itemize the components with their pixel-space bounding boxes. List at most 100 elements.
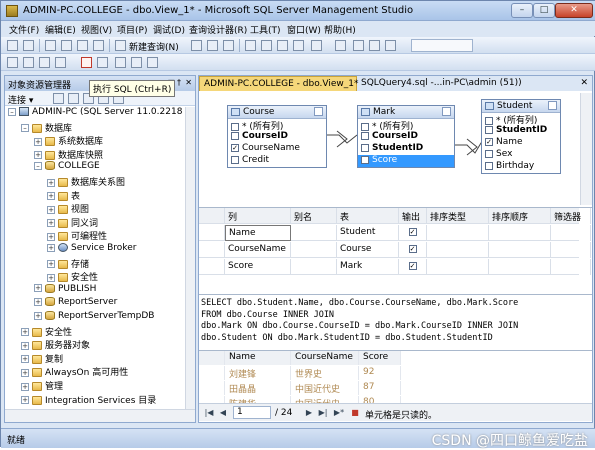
tree-node[interactable]: + 存储 bbox=[47, 257, 89, 270]
show-results-pane-icon[interactable] bbox=[55, 57, 66, 68]
expand-toggle-icon[interactable]: + bbox=[21, 396, 29, 405]
sql-pane[interactable]: SELECT dbo.Student.Name, dbo.Course.Cour… bbox=[199, 294, 592, 348]
row-selector[interactable] bbox=[199, 242, 225, 258]
column-row[interactable]: Credit bbox=[228, 155, 326, 167]
collapse-icon[interactable] bbox=[548, 101, 557, 110]
query-icon-2[interactable] bbox=[207, 40, 218, 51]
tree-node[interactable]: + 安全性 bbox=[21, 325, 72, 338]
tab-sqlquery4[interactable]: SQLQuery4.sql -...in-PC\admin (51)) bbox=[357, 76, 537, 91]
connect-object-icon[interactable] bbox=[53, 93, 64, 104]
criteria-empty-cell[interactable] bbox=[489, 259, 551, 275]
column-checkbox[interactable]: ✓ bbox=[231, 143, 239, 152]
column-row[interactable]: ✓ Score bbox=[358, 155, 454, 167]
tree-node[interactable]: + PUBLISH bbox=[34, 283, 96, 296]
expand-toggle-icon[interactable]: + bbox=[47, 192, 55, 201]
criteria-row[interactable]: Name Student ✓ bbox=[199, 225, 591, 241]
tree-node[interactable]: + 复制 bbox=[21, 352, 63, 365]
menu-window[interactable]: 窗口(W) bbox=[287, 23, 321, 36]
expand-toggle-icon[interactable]: + bbox=[34, 137, 42, 146]
table-course[interactable]: Course * (所有列) CourseID ✓ CourseName Credit bbox=[227, 105, 327, 168]
expand-toggle-icon[interactable]: + bbox=[34, 151, 42, 160]
column-row[interactable]: StudentID bbox=[358, 143, 454, 155]
menu-view[interactable]: 视图(V) bbox=[81, 23, 112, 36]
query-icon-3[interactable] bbox=[223, 40, 234, 51]
criteria-empty-cell[interactable] bbox=[427, 225, 489, 241]
column-row[interactable]: Sex bbox=[482, 149, 560, 161]
new-window-icon[interactable] bbox=[45, 40, 56, 51]
column-row[interactable]: CourseID bbox=[228, 131, 326, 143]
menu-debug[interactable]: 调试(D) bbox=[153, 23, 185, 36]
expand-toggle-icon[interactable]: + bbox=[34, 297, 42, 306]
output-checkbox[interactable]: ✓ bbox=[408, 228, 417, 236]
maximize-button[interactable]: □ bbox=[533, 3, 555, 18]
expand-toggle-icon[interactable]: – bbox=[8, 107, 16, 116]
output-checkbox[interactable]: ✓ bbox=[408, 245, 417, 253]
last-record-button[interactable]: ▶| bbox=[317, 407, 329, 418]
collapse-icon[interactable] bbox=[442, 107, 451, 116]
show-sql-pane-icon[interactable] bbox=[39, 57, 50, 68]
results-cell[interactable]: 87 bbox=[359, 381, 401, 395]
diagram-vertical-scrollbar[interactable] bbox=[580, 93, 592, 205]
paste-icon[interactable] bbox=[277, 40, 288, 51]
previous-record-button[interactable]: ◀ bbox=[217, 407, 229, 418]
expand-toggle-icon[interactable]: + bbox=[47, 205, 55, 214]
column-checkbox[interactable] bbox=[485, 149, 493, 158]
expand-toggle-icon[interactable]: + bbox=[21, 341, 29, 350]
expand-toggle-icon[interactable]: + bbox=[34, 311, 42, 320]
new-project-icon[interactable] bbox=[7, 40, 18, 51]
search-combo[interactable] bbox=[411, 39, 473, 52]
expand-toggle-icon[interactable]: – bbox=[21, 124, 29, 133]
results-row[interactable]: 刘建锋 世界史 92 bbox=[199, 366, 579, 380]
criteria-empty-cell[interactable] bbox=[489, 225, 551, 241]
tree-node[interactable]: + ReportServerTempDB bbox=[34, 311, 154, 323]
tree-node[interactable]: + 系统数据库 bbox=[34, 134, 103, 147]
criteria-alias-cell[interactable] bbox=[291, 225, 337, 241]
column-checkbox[interactable] bbox=[231, 131, 239, 140]
criteria-empty-cell[interactable] bbox=[551, 259, 591, 275]
tree-node[interactable]: + 数据库快照 bbox=[34, 148, 103, 161]
criteria-empty-cell[interactable] bbox=[551, 242, 591, 258]
menu-tools[interactable]: 工具(T) bbox=[250, 23, 281, 36]
open-file-icon[interactable] bbox=[61, 40, 72, 51]
criteria-empty-cell[interactable] bbox=[489, 242, 551, 258]
tree-node[interactable]: + ReportServer bbox=[34, 297, 117, 309]
criteria-output-cell[interactable]: ✓ bbox=[399, 225, 427, 241]
tree-node[interactable]: – 数据库 bbox=[21, 121, 72, 134]
add-derived-table-icon[interactable] bbox=[147, 57, 158, 68]
column-checkbox[interactable] bbox=[361, 131, 369, 140]
criteria-alias-cell[interactable] bbox=[291, 242, 337, 258]
column-checkbox[interactable] bbox=[361, 122, 369, 131]
collapse-icon[interactable] bbox=[314, 107, 323, 116]
copy-icon[interactable] bbox=[261, 40, 272, 51]
close-button[interactable]: ✕ bbox=[555, 3, 593, 18]
save-all-icon[interactable] bbox=[93, 40, 104, 51]
expand-toggle-icon[interactable]: + bbox=[47, 232, 55, 241]
row-selector[interactable] bbox=[199, 225, 225, 241]
menu-help[interactable]: 帮助(H) bbox=[324, 23, 356, 36]
tree-node[interactable]: + 同义词 bbox=[47, 216, 98, 229]
criteria-col-cell[interactable]: Name bbox=[225, 225, 291, 241]
row-selector[interactable] bbox=[199, 366, 225, 380]
criteria-alias-cell[interactable] bbox=[291, 259, 337, 275]
column-checkbox[interactable] bbox=[231, 155, 239, 164]
new-query-button[interactable]: 新建查询(N) bbox=[129, 40, 179, 53]
new-file-icon[interactable] bbox=[23, 40, 34, 51]
verify-sql-icon[interactable] bbox=[97, 57, 108, 68]
query-icon-1[interactable] bbox=[191, 40, 202, 51]
expand-toggle-icon[interactable]: + bbox=[47, 260, 55, 269]
column-checkbox[interactable] bbox=[485, 161, 493, 170]
column-row[interactable]: * (所有列) bbox=[228, 119, 326, 132]
expand-toggle-icon[interactable]: + bbox=[47, 273, 55, 282]
results-cell[interactable]: 中国近代史 bbox=[291, 381, 359, 395]
criteria-empty-cell[interactable] bbox=[551, 225, 591, 241]
criteria-output-cell[interactable]: ✓ bbox=[399, 259, 427, 275]
table-mark[interactable]: Mark * (所有列) CourseID StudentID ✓ Score bbox=[357, 105, 455, 168]
close-tab-icon[interactable]: ✕ bbox=[580, 78, 588, 88]
new-record-button[interactable]: ▶* bbox=[333, 407, 345, 418]
expand-toggle-icon[interactable]: + bbox=[21, 368, 29, 377]
criteria-col-cell[interactable]: CourseName bbox=[225, 242, 291, 258]
column-row[interactable]: CourseID bbox=[358, 131, 454, 143]
criteria-empty-cell[interactable] bbox=[427, 259, 489, 275]
column-checkbox[interactable]: ✓ bbox=[361, 155, 369, 164]
results-cell[interactable]: 世界史 bbox=[291, 366, 359, 380]
